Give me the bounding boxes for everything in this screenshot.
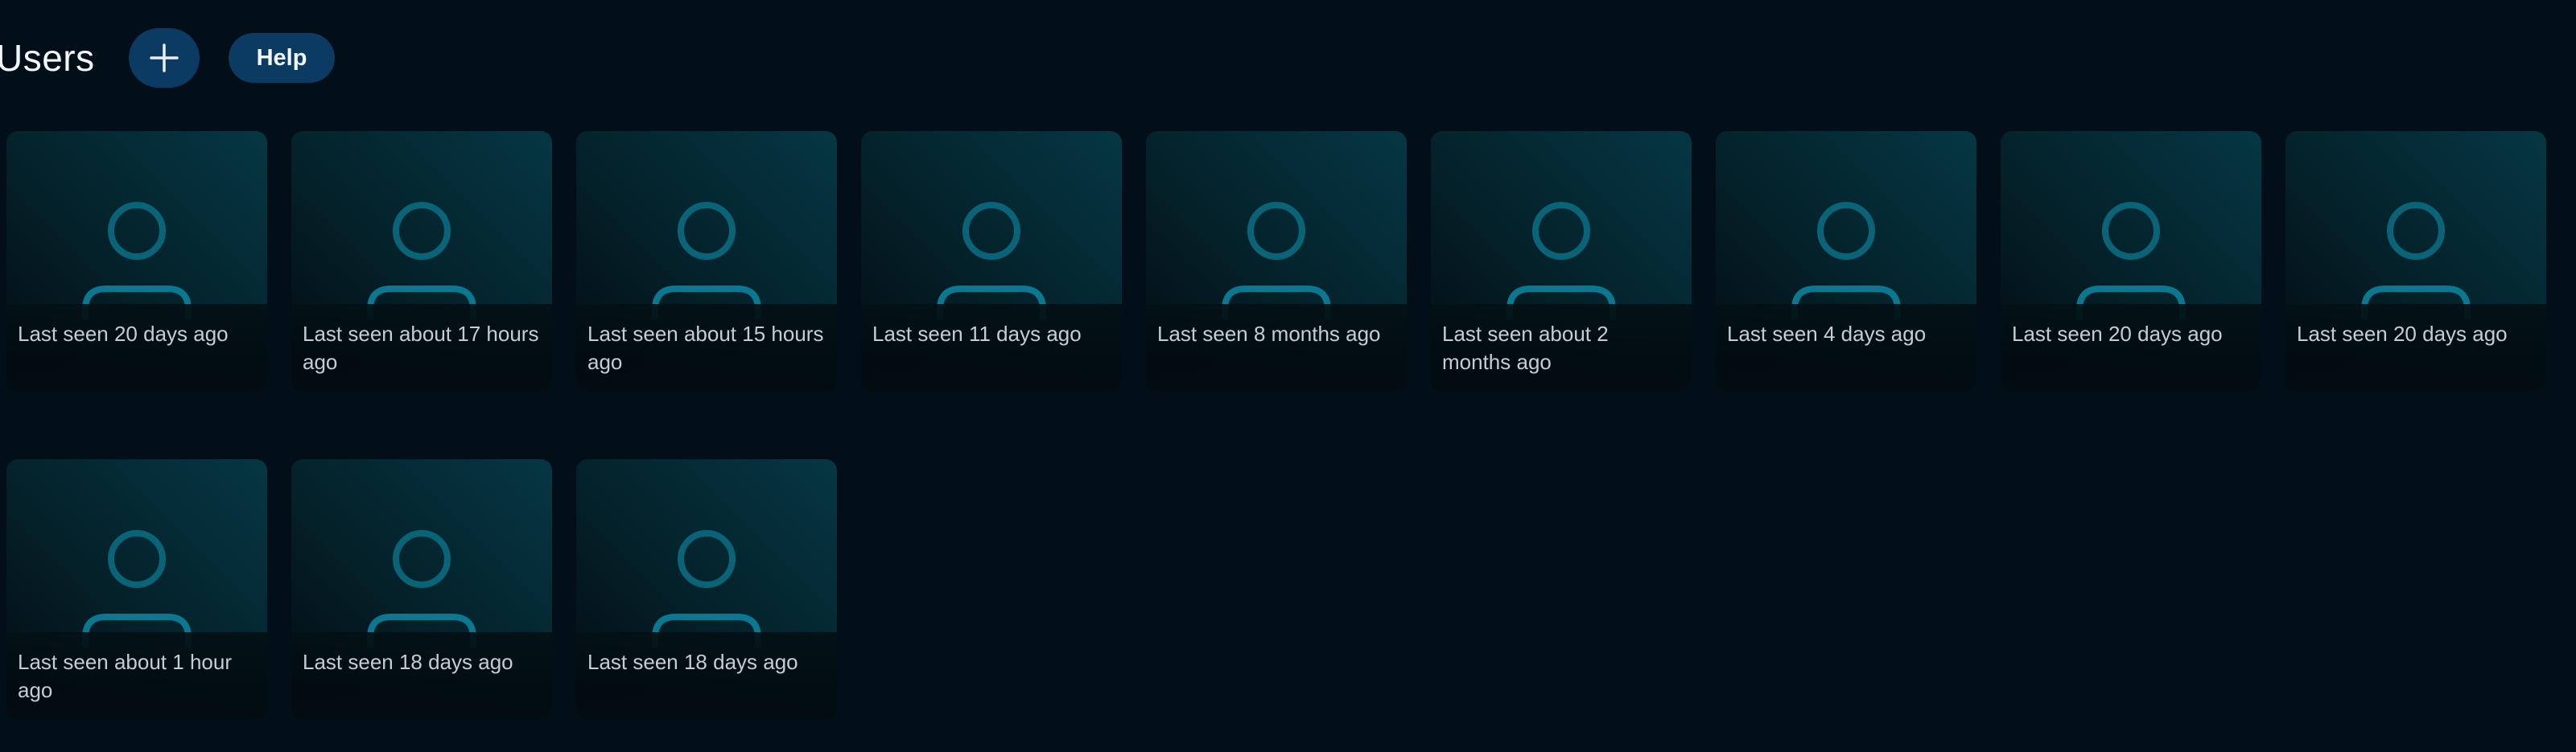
user-card-wrapper: Last seen 20 days agoAni <box>6 131 267 416</box>
plus-icon <box>150 43 179 72</box>
user-avatar-icon <box>367 530 476 648</box>
user-card-wrapper: Last seen 18 days agoValinali <box>576 459 837 744</box>
user-card[interactable]: Last seen 11 days agoAlin <box>861 131 1122 392</box>
last-seen-text: Last seen about 1 hour ago <box>18 650 232 702</box>
page-title: Users <box>0 37 95 79</box>
user-card-wrapper: Last seen 20 days agoSahi <box>2001 131 2261 416</box>
user-avatar-icon <box>1791 202 1901 320</box>
user-avatar-icon <box>652 202 761 320</box>
user-card-wrapper: Last seen about 2 months agoMihi <box>1431 131 1692 416</box>
user-card-wrapper: Last seen 11 days agoAlin <box>861 131 1122 416</box>
user-card-wrapper: Last seen 18 days ago <box>291 459 552 744</box>
last-seen-text: Last seen about 2 months ago <box>1442 322 1609 374</box>
user-avatar-icon <box>652 530 761 648</box>
user-card[interactable]: Last seen 20 days agoSant Uhili <box>2285 131 2546 392</box>
user-card-wrapper: Last seen about 17 hours agoAliah <box>291 131 552 416</box>
user-card-wrapper: Last seen 4 days agoRa <box>1716 131 1976 416</box>
user-card-wrapper: Last seen about 1 hour ago <box>6 459 267 744</box>
user-card[interactable]: Last seen 20 days agoSahi <box>2001 131 2261 392</box>
user-avatar-icon <box>367 202 476 320</box>
user-card[interactable]: Last seen about 2 months agoMihi <box>1431 131 1692 392</box>
add-user-button[interactable] <box>129 28 200 88</box>
user-avatar-icon <box>937 202 1046 320</box>
last-seen-text: Last seen 4 days ago <box>1727 322 1927 346</box>
last-seen-text: Last seen 8 months ago <box>1157 322 1381 346</box>
last-seen-text: Last seen 11 days ago <box>872 322 1082 346</box>
user-avatar-icon <box>1222 202 1331 320</box>
last-seen-text: Last seen about 15 hours ago <box>587 322 824 374</box>
user-card[interactable]: Last seen 20 days agoAni <box>6 131 267 392</box>
user-avatar-icon <box>82 530 192 648</box>
last-seen-text: Last seen 20 days ago <box>2012 322 2223 346</box>
page-header: Users <box>0 27 95 89</box>
user-avatar-icon <box>1506 202 1616 320</box>
user-avatar-icon <box>82 202 192 320</box>
user-grid: Last seen 20 days agoAniLast seen about … <box>6 131 2557 744</box>
user-card[interactable]: Last seen about 1 hour ago <box>6 459 267 720</box>
last-seen-text: Last seen 20 days ago <box>2297 322 2508 346</box>
user-card-wrapper: Last seen about 15 hours agoAalu <box>576 131 837 416</box>
last-seen-text: Last seen about 17 hours ago <box>303 322 539 374</box>
user-card[interactable]: Last seen about 17 hours agoAliah <box>291 131 552 392</box>
user-card[interactable]: Last seen 8 months agoManiek <box>1146 131 1407 392</box>
user-card[interactable]: Last seen 18 days ago <box>291 459 552 720</box>
user-card[interactable]: Last seen about 15 hours agoAalu <box>576 131 837 392</box>
user-card[interactable]: Last seen 4 days agoRa <box>1716 131 1976 392</box>
last-seen-text: Last seen 20 days ago <box>18 322 229 346</box>
user-card[interactable]: Last seen 18 days agoValinali <box>576 459 837 720</box>
help-button[interactable]: Help <box>229 33 335 83</box>
user-card-wrapper: Last seen 8 months agoManiek <box>1146 131 1407 416</box>
last-seen-text: Last seen 18 days ago <box>303 650 513 674</box>
user-card-wrapper: Last seen 20 days agoSant Uhili <box>2285 131 2546 416</box>
user-avatar-icon <box>2361 202 2471 320</box>
user-avatar-icon <box>2076 202 2186 320</box>
last-seen-text: Last seen 18 days ago <box>587 650 798 674</box>
